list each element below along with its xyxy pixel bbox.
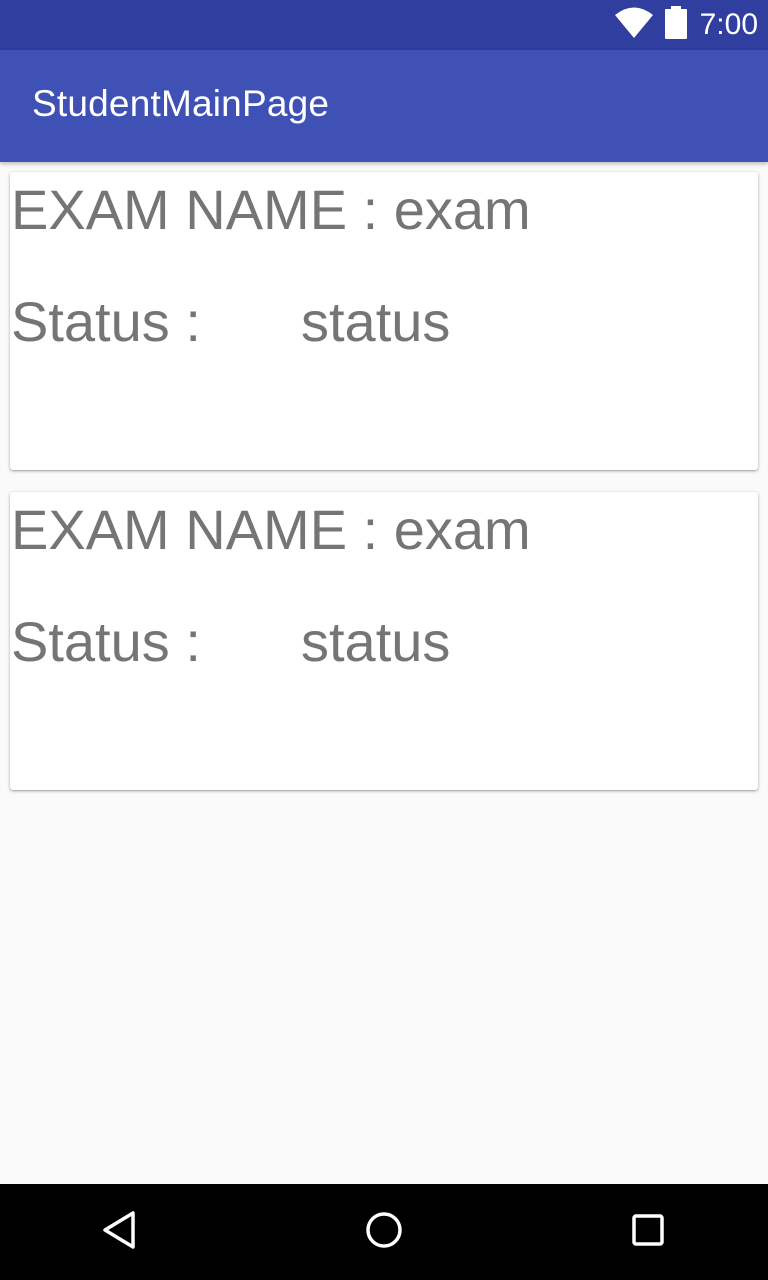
exam-name-text: EXAM NAME : exam bbox=[11, 178, 531, 241]
exam-card[interactable]: EXAM NAME : exam Status : status bbox=[10, 172, 758, 470]
exam-list: EXAM NAME : exam Status : status EXAM NA… bbox=[10, 172, 758, 812]
status-bar: 7:00 bbox=[0, 0, 768, 50]
status-label: Status : bbox=[11, 290, 201, 353]
recents-button[interactable] bbox=[618, 1202, 678, 1262]
back-button[interactable] bbox=[90, 1202, 150, 1262]
battery-icon bbox=[664, 5, 688, 45]
status-icons: 7:00 bbox=[614, 0, 758, 50]
navigation-bar bbox=[0, 1184, 768, 1280]
home-button[interactable] bbox=[354, 1202, 414, 1262]
exam-name-text: EXAM NAME : exam bbox=[11, 498, 531, 561]
wifi-icon bbox=[614, 6, 654, 45]
exam-card[interactable]: EXAM NAME : exam Status : status bbox=[10, 492, 758, 790]
status-value: status bbox=[301, 610, 451, 673]
home-icon bbox=[364, 1210, 404, 1255]
app-bar: StudentMainPage bbox=[0, 50, 768, 162]
recents-icon bbox=[628, 1210, 668, 1255]
status-value: status bbox=[301, 290, 451, 353]
status-label: Status : bbox=[11, 610, 201, 673]
page-title: StudentMainPage bbox=[32, 83, 330, 124]
status-time: 7:00 bbox=[699, 8, 758, 41]
back-icon bbox=[100, 1210, 140, 1255]
